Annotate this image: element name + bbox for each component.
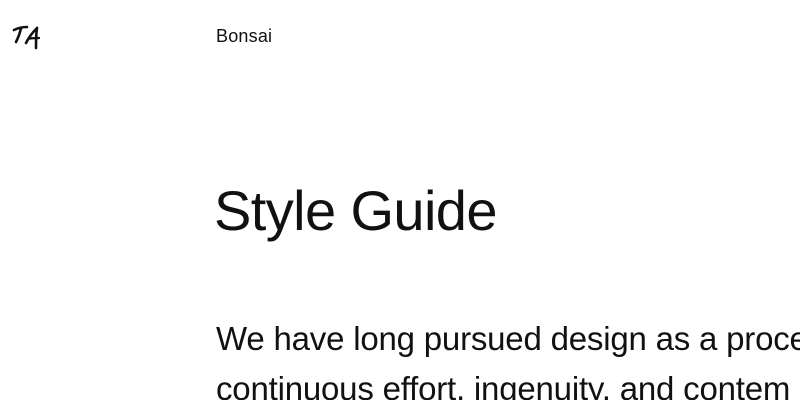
intro-line-1: We have long pursued design as a proce <box>216 320 800 357</box>
intro-line-2: continuous effort, ingenuity, and contem <box>216 370 791 400</box>
intro-paragraph: We have long pursued design as a proce c… <box>216 314 800 400</box>
ta-logo-icon[interactable] <box>12 20 42 52</box>
ta-signature-logo-icon <box>12 25 41 50</box>
page: Bonsai Style Guide We have long pursued … <box>0 0 800 400</box>
page-title: Style Guide <box>214 179 497 242</box>
brand-link[interactable]: Bonsai <box>216 26 272 46</box>
